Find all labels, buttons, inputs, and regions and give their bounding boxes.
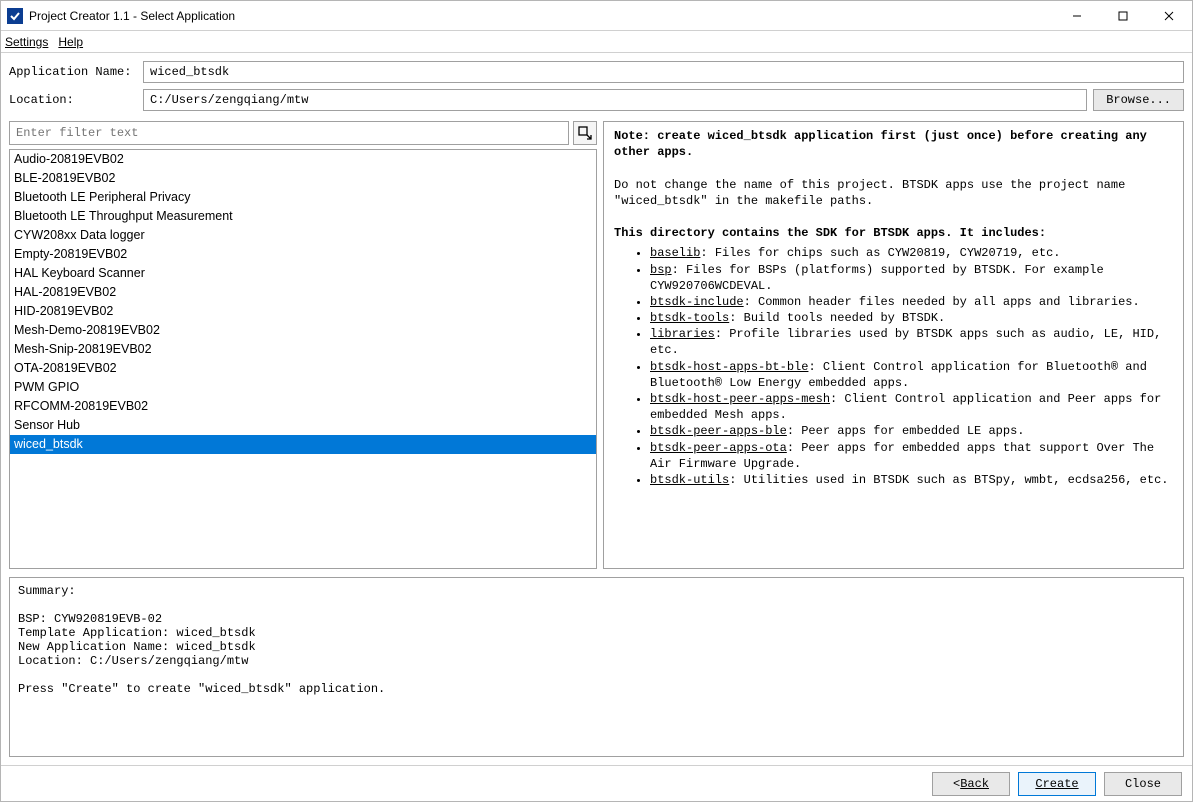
app-name-label: Application Name: — [9, 65, 137, 79]
list-item[interactable]: Bluetooth LE Peripheral Privacy — [10, 188, 596, 207]
location-input[interactable] — [143, 89, 1087, 111]
description-bullet: btsdk-host-peer-apps-mesh: Client Contro… — [650, 391, 1173, 423]
description-pane: Note: create wiced_btsdk application fir… — [603, 121, 1184, 569]
list-item[interactable]: wiced_btsdk — [10, 435, 596, 454]
maximize-button[interactable] — [1100, 1, 1146, 31]
description-bullet: btsdk-host-apps-bt-ble: Client Control a… — [650, 359, 1173, 391]
description-bullet: btsdk-utils: Utilities used in BTSDK suc… — [650, 472, 1173, 488]
list-item[interactable]: BLE-20819EVB02 — [10, 169, 596, 188]
minimize-button[interactable] — [1054, 1, 1100, 31]
list-item[interactable]: RFCOMM-20819EVB02 — [10, 397, 596, 416]
close-icon — [1164, 11, 1174, 21]
description-bullets: baselib: Files for chips such as CYW2081… — [614, 245, 1173, 488]
description-para1: Do not change the name of this project. … — [614, 177, 1173, 209]
left-pane: Audio-20819EVB02BLE-20819EVB02Bluetooth … — [9, 121, 597, 569]
import-icon — [578, 126, 592, 140]
menubar: Settings Help — [1, 31, 1192, 53]
titlebar: Project Creator 1.1 - Select Application — [1, 1, 1192, 31]
list-item[interactable]: Mesh-Snip-20819EVB02 — [10, 340, 596, 359]
description-bullet: bsp: Files for BSPs (platforms) supporte… — [650, 262, 1173, 294]
app-icon — [7, 8, 23, 24]
menu-settings[interactable]: Settings — [5, 35, 48, 49]
list-item[interactable]: Sensor Hub — [10, 416, 596, 435]
list-item[interactable]: CYW208xx Data logger — [10, 226, 596, 245]
application-list[interactable]: Audio-20819EVB02BLE-20819EVB02Bluetooth … — [9, 149, 597, 569]
create-button[interactable]: Create — [1018, 772, 1096, 796]
summary-box: Summary: BSP: CYW920819EVB-02 Template A… — [9, 577, 1184, 757]
description-bullet: btsdk-peer-apps-ota: Peer apps for embed… — [650, 440, 1173, 472]
description-bullet: btsdk-peer-apps-ble: Peer apps for embed… — [650, 423, 1173, 439]
list-item[interactable]: HID-20819EVB02 — [10, 302, 596, 321]
location-label: Location: — [9, 93, 137, 107]
list-item[interactable]: PWM GPIO — [10, 378, 596, 397]
list-item[interactable]: Mesh-Demo-20819EVB02 — [10, 321, 596, 340]
list-item[interactable]: Audio-20819EVB02 — [10, 150, 596, 169]
list-item[interactable]: Empty-20819EVB02 — [10, 245, 596, 264]
browse-button[interactable]: Browse... — [1093, 89, 1184, 111]
maximize-icon — [1118, 11, 1128, 21]
list-item[interactable]: HAL Keyboard Scanner — [10, 264, 596, 283]
fields-area: Application Name: Location: Browse... — [1, 53, 1192, 115]
middle-area: Audio-20819EVB02BLE-20819EVB02Bluetooth … — [1, 115, 1192, 569]
close-dialog-button[interactable]: Close — [1104, 772, 1182, 796]
description-bullet: baselib: Files for chips such as CYW2081… — [650, 245, 1173, 261]
description-bullet: btsdk-include: Common header files neede… — [650, 294, 1173, 310]
back-button[interactable]: < Back — [932, 772, 1010, 796]
description-bullet: btsdk-tools: Build tools needed by BTSDK… — [650, 310, 1173, 326]
import-button[interactable] — [573, 121, 597, 145]
list-item[interactable]: HAL-20819EVB02 — [10, 283, 596, 302]
minimize-icon — [1072, 11, 1082, 21]
list-item[interactable]: OTA-20819EVB02 — [10, 359, 596, 378]
note-heading: Note: create wiced_btsdk application fir… — [614, 128, 1173, 160]
window-title: Project Creator 1.1 - Select Application — [29, 9, 235, 23]
filter-input[interactable] — [9, 121, 569, 145]
menu-help[interactable]: Help — [58, 35, 83, 49]
footer: < Back Create Close — [1, 765, 1192, 801]
description-para2: This directory contains the SDK for BTSD… — [614, 225, 1173, 241]
description-bullet: libraries: Profile libraries used by BTS… — [650, 326, 1173, 358]
list-item[interactable]: Bluetooth LE Throughput Measurement — [10, 207, 596, 226]
app-name-input[interactable] — [143, 61, 1184, 83]
close-button[interactable] — [1146, 1, 1192, 31]
